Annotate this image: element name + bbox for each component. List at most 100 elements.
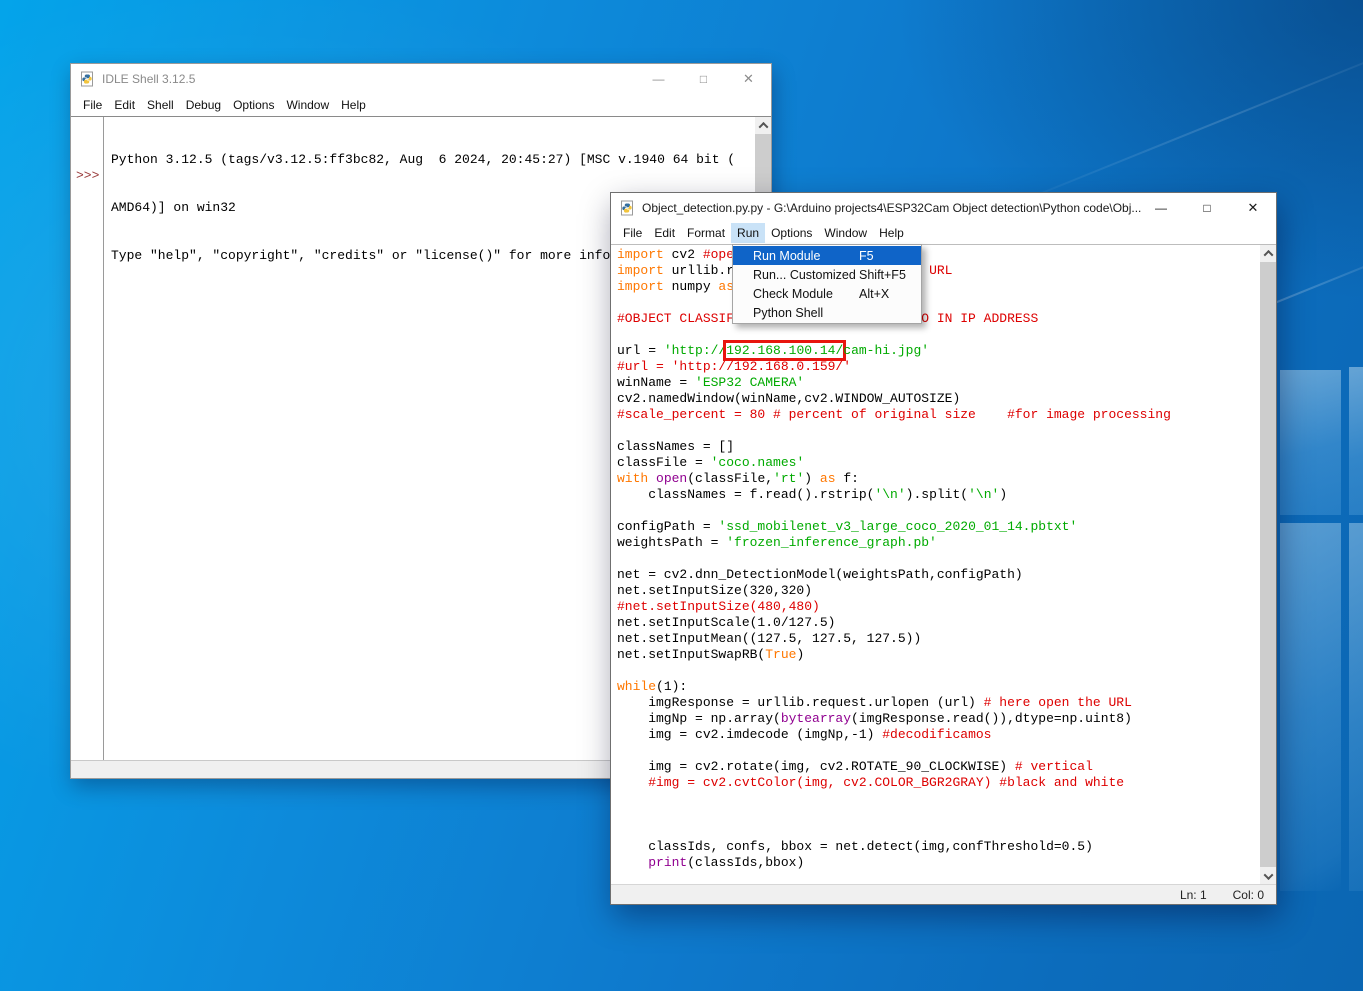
code-token: bytearray — [781, 711, 851, 726]
code-line[interactable]: imgResponse = urllib.request.urlopen (ur… — [617, 695, 1260, 711]
code-token: open — [656, 471, 687, 486]
maximize-icon[interactable]: □ — [681, 64, 726, 93]
code-line[interactable]: img = cv2.imdecode (imgNp,-1) #decodific… — [617, 727, 1260, 743]
code-token: (classFile, — [687, 471, 773, 486]
code-line[interactable]: net = cv2.dnn_DetectionModel(weightsPath… — [617, 567, 1260, 583]
editor-text-panel[interactable]: import cv2 #openCVimport urllib.request … — [611, 244, 1276, 884]
shell-output-line: Python 3.12.5 (tags/v3.12.5:ff3bc82, Aug… — [111, 152, 754, 168]
code-line[interactable]: import numpy as np — [617, 279, 1260, 295]
code-token: import — [617, 247, 664, 262]
code-line[interactable]: url = 'http://192.168.100.14/cam-hi.jpg' — [617, 343, 1260, 359]
code-line[interactable]: #img = cv2.cvtColor(img, cv2.COLOR_BGR2G… — [617, 775, 1260, 791]
code-token: #scale_percent = 80 # percent of origina… — [617, 407, 1171, 422]
minimize-icon[interactable]: — — [1138, 193, 1184, 222]
code-line[interactable]: with open(classFile,'rt') as f: — [617, 471, 1260, 487]
editor-window-title: Object_detection.py.py - G:\Arduino proj… — [642, 201, 1141, 215]
code-line[interactable]: winName = 'ESP32 CAMERA' — [617, 375, 1260, 391]
code-line[interactable]: net.setInputSize(320,320) — [617, 583, 1260, 599]
code-line[interactable]: weightsPath = 'frozen_inference_graph.pb… — [617, 535, 1260, 551]
code-line[interactable]: classNames = f.read().rstrip('\n').split… — [617, 487, 1260, 503]
windows-logo-pane — [1280, 523, 1341, 891]
code-line[interactable] — [617, 423, 1260, 439]
scroll-up-icon[interactable] — [1260, 245, 1276, 261]
code-line[interactable] — [617, 551, 1260, 567]
menu-item-debug[interactable]: Debug — [180, 95, 227, 115]
code-token: (1): — [656, 679, 687, 694]
editor-scrollbar[interactable] — [1260, 245, 1276, 884]
code-token: import — [617, 263, 664, 278]
menu-item-edit[interactable]: Edit — [648, 223, 681, 243]
code-line[interactable]: import cv2 #openCV — [617, 247, 1260, 263]
code-line[interactable]: cv2.namedWindow(winName,cv2.WINDOW_AUTOS… — [617, 391, 1260, 407]
code-line[interactable]: classNames = [] — [617, 439, 1260, 455]
shell-titlebar[interactable]: IDLE Shell 3.12.5 — □ ✕ — [71, 64, 771, 93]
code-line[interactable]: net.setInputSwapRB(True) — [617, 647, 1260, 663]
code-token: classFile = — [617, 455, 711, 470]
menu-item-edit[interactable]: Edit — [108, 95, 141, 115]
code-line[interactable]: img = cv2.rotate(img, cv2.ROTATE_90_CLOC… — [617, 759, 1260, 775]
code-line[interactable]: #url = 'http://192.168.0.159/' — [617, 359, 1260, 375]
code-token: cam-hi.jpg' — [843, 343, 929, 358]
code-token: #net.setInputSize(480,480) — [617, 599, 820, 614]
maximize-icon[interactable]: □ — [1184, 193, 1230, 222]
code-line[interactable]: configPath = 'ssd_mobilenet_v3_large_coc… — [617, 519, 1260, 535]
menu-item-label: Run... Customized — [753, 268, 856, 282]
code-token: numpy — [664, 279, 719, 294]
code-line[interactable]: print(classIds,bbox) — [617, 855, 1260, 871]
close-icon[interactable]: ✕ — [726, 64, 771, 93]
menu-item-options[interactable]: Options — [765, 223, 818, 243]
run-menu-item-python-shell[interactable]: Python Shell — [733, 303, 921, 322]
status-col-indicator: Col: 0 — [1233, 888, 1264, 902]
code-line[interactable] — [617, 327, 1260, 343]
menu-item-options[interactable]: Options — [227, 95, 280, 115]
scroll-up-icon[interactable] — [755, 117, 771, 133]
run-menu-item-check-module[interactable]: Check ModuleAlt+X — [733, 284, 921, 303]
close-icon[interactable]: ✕ — [1230, 193, 1276, 222]
run-menu-item-run-customized[interactable]: Run... CustomizedShift+F5 — [733, 265, 921, 284]
editor-window: Object_detection.py.py - G:\Arduino proj… — [610, 192, 1277, 905]
idle-icon[interactable] — [619, 200, 635, 216]
code-token: #url = 'http://192.168.0.159/' — [617, 359, 851, 374]
code-line[interactable]: #net.setInputSize(480,480) — [617, 599, 1260, 615]
menu-item-file[interactable]: File — [617, 223, 648, 243]
menu-item-run[interactable]: Run — [731, 223, 765, 243]
code-line[interactable] — [617, 295, 1260, 311]
code-line[interactable]: #OBJECT CLASSIFICATION PROGRAM FOR VIDEO… — [617, 311, 1260, 327]
windows-logo-pane — [1349, 367, 1363, 515]
code-line[interactable]: imgNp = np.array(bytearray(imgResponse.r… — [617, 711, 1260, 727]
menu-item-format[interactable]: Format — [681, 223, 731, 243]
code-token: net.setInputSwapRB( — [617, 647, 765, 662]
menu-item-window[interactable]: Window — [280, 95, 335, 115]
menu-item-accelerator: Shift+F5 — [859, 268, 906, 282]
code-line[interactable]: net.setInputScale(1.0/127.5) — [617, 615, 1260, 631]
menu-item-file[interactable]: File — [77, 95, 108, 115]
code-line[interactable]: while(1): — [617, 679, 1260, 695]
minimize-icon[interactable]: — — [636, 64, 681, 93]
code-line[interactable] — [617, 743, 1260, 759]
run-menu-item-run-module[interactable]: Run ModuleF5 — [733, 246, 921, 265]
editor-titlebar[interactable]: Object_detection.py.py - G:\Arduino proj… — [611, 193, 1276, 222]
menu-item-shell[interactable]: Shell — [141, 95, 180, 115]
scrollbar-thumb[interactable] — [1260, 262, 1276, 867]
code-line[interactable] — [617, 807, 1260, 823]
menu-item-help[interactable]: Help — [335, 95, 372, 115]
scroll-down-icon[interactable] — [1260, 868, 1276, 884]
code-line[interactable]: net.setInputMean((127.5, 127.5, 127.5)) — [617, 631, 1260, 647]
menu-item-window[interactable]: Window — [818, 223, 873, 243]
code-line[interactable]: classFile = 'coco.names' — [617, 455, 1260, 471]
code-line[interactable]: #scale_percent = 80 # percent of origina… — [617, 407, 1260, 423]
code-line[interactable] — [617, 503, 1260, 519]
code-token: net = cv2.dnn_DetectionModel(weightsPath… — [617, 567, 1023, 582]
code-line[interactable] — [617, 791, 1260, 807]
code-token: True — [765, 647, 796, 662]
code-line[interactable]: import urllib.request #to open and read … — [617, 263, 1260, 279]
code-line[interactable] — [617, 823, 1260, 839]
code-token: imgNp = np.array( — [617, 711, 781, 726]
idle-icon[interactable] — [79, 71, 95, 87]
code-line[interactable]: classIds, confs, bbox = net.detect(img,c… — [617, 839, 1260, 855]
windows-logo-pane — [1280, 370, 1341, 515]
code-area[interactable]: import cv2 #openCVimport urllib.request … — [611, 245, 1260, 884]
code-line[interactable] — [617, 663, 1260, 679]
code-token: 'frozen_inference_graph.pb' — [726, 535, 937, 550]
menu-item-help[interactable]: Help — [873, 223, 910, 243]
